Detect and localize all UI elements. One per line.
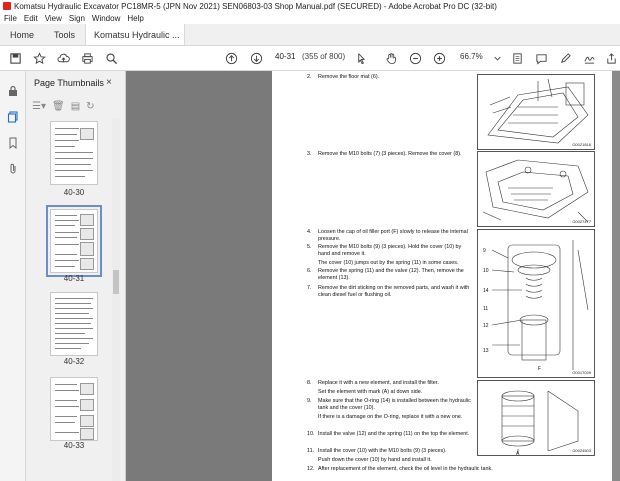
comment-icon[interactable] xyxy=(534,51,548,65)
sign-icon[interactable] xyxy=(582,51,596,65)
figure-id: G0021818 xyxy=(572,142,591,147)
callout-13: 13 xyxy=(483,348,489,354)
thumbnail-label: 40-31 xyxy=(63,274,85,283)
lock-icon[interactable] xyxy=(7,85,19,97)
menu-window[interactable]: Window xyxy=(92,14,120,23)
thumbnail-page[interactable] xyxy=(50,292,98,356)
zoom-dropdown-chevron-icon[interactable] xyxy=(490,51,504,65)
acrobat-app-icon xyxy=(3,2,11,10)
zoom-out-icon[interactable] xyxy=(408,51,422,65)
page-number-input[interactable]: 40-31 xyxy=(275,52,295,61)
print-icon[interactable] xyxy=(80,51,94,65)
thumbnails-scrollbar[interactable] xyxy=(112,118,120,481)
thumbnail-page[interactable] xyxy=(50,121,98,185)
menu-view[interactable]: View xyxy=(45,14,62,23)
figure-element-install: A G0024503 xyxy=(477,380,595,456)
window-title: Komatsu Hydraulic Excavator PC18MR-5 (JP… xyxy=(14,1,497,11)
insert-page-icon[interactable]: ▤ xyxy=(71,101,80,112)
thumbnail-page[interactable] xyxy=(50,377,98,441)
thumbnail-label: 40-30 xyxy=(63,188,85,197)
callout-a: A xyxy=(516,451,520,456)
figure-hydraulic-filter: 9 10 14 11 12 13 F G0017039 xyxy=(477,229,595,378)
bookmark-star-icon[interactable] xyxy=(32,51,46,65)
attachments-paperclip-icon[interactable] xyxy=(7,163,19,175)
upload-cloud-icon[interactable] xyxy=(56,51,70,65)
options-menu-icon[interactable]: ☰▾ xyxy=(32,101,46,112)
page-thumbnails-icon[interactable] xyxy=(7,111,19,123)
bookmarks-icon[interactable] xyxy=(7,137,19,150)
thumbnail-label: 40-33 xyxy=(63,441,85,450)
zoom-level-input[interactable]: 66.7% xyxy=(460,52,483,61)
callout-14: 14 xyxy=(483,288,489,294)
left-navigation-rail xyxy=(0,71,26,481)
title-bar: Komatsu Hydraulic Excavator PC18MR-5 (JP… xyxy=(0,0,620,12)
search-icon[interactable] xyxy=(104,51,118,65)
close-tab-icon[interactable]: × xyxy=(184,30,185,40)
callout-f: F xyxy=(538,366,541,372)
callout-10: 10 xyxy=(483,268,489,274)
menu-edit[interactable]: Edit xyxy=(24,14,38,23)
thumbnails-scroll-thumb[interactable] xyxy=(113,270,119,294)
figure-floor-mat: G0021818 xyxy=(477,74,595,150)
delete-page-icon[interactable]: 🗑 xyxy=(52,101,65,112)
tab-tools[interactable]: Tools xyxy=(44,24,85,45)
hand-tool-icon[interactable] xyxy=(384,51,398,65)
menu-bar: File Edit View Sign Window Help xyxy=(0,12,620,24)
rotate-page-icon[interactable]: ↻ xyxy=(86,101,94,112)
callout-11: 11 xyxy=(483,306,488,312)
callout-9: 9 xyxy=(483,248,486,254)
next-page-icon[interactable] xyxy=(249,51,263,65)
previous-page-icon[interactable] xyxy=(224,51,238,65)
menu-file[interactable]: File xyxy=(4,14,17,23)
tab-document-label: Komatsu Hydraulic ... xyxy=(94,29,180,40)
zoom-in-icon[interactable] xyxy=(432,51,446,65)
tab-bar: Home Tools Komatsu Hydraulic ... × xyxy=(0,24,620,46)
page-count: (355 of 800) xyxy=(302,52,346,61)
thumbnail-page-selected[interactable] xyxy=(46,205,102,277)
figure-id: G0027477 xyxy=(572,219,591,224)
save-icon[interactable] xyxy=(8,51,22,65)
menu-help[interactable]: Help xyxy=(127,14,143,23)
share-icon[interactable] xyxy=(604,51,618,65)
document-scrollbar[interactable] xyxy=(612,71,620,481)
figure-id: G0017039 xyxy=(572,370,591,375)
fit-page-icon[interactable] xyxy=(510,51,524,65)
highlight-pen-icon[interactable] xyxy=(558,51,572,65)
tab-home[interactable]: Home xyxy=(0,24,44,45)
figure-id: G0024503 xyxy=(572,448,591,453)
select-arrow-icon[interactable] xyxy=(354,51,368,65)
menu-sign[interactable]: Sign xyxy=(69,14,85,23)
close-panel-icon[interactable]: × xyxy=(106,77,112,88)
callout-12: 12 xyxy=(483,323,489,329)
tab-document[interactable]: Komatsu Hydraulic ... × xyxy=(85,24,186,45)
panel-title: Page Thumbnails xyxy=(34,78,104,88)
figure-cover: G0027477 xyxy=(477,151,595,227)
panel-toolbar: ☰▾ 🗑 ▤ ↻ xyxy=(32,99,122,113)
thumbnail-label: 40-32 xyxy=(63,357,85,366)
